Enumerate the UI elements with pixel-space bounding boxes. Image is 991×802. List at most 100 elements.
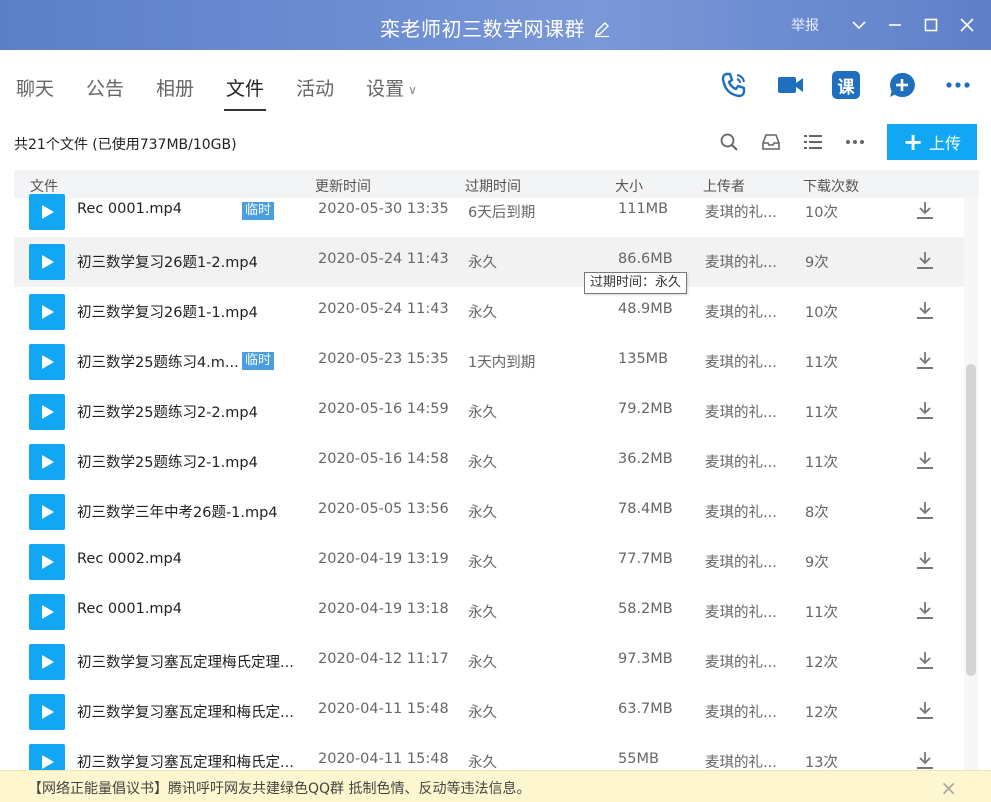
window-title: 栾老师初三数学网课群 <box>380 17 585 41</box>
table-row[interactable]: Rec 0002.mp4 2020-04-19 13:19 永久 77.7MB 麦琪的礼… <box>14 537 964 587</box>
download-icon[interactable] <box>914 549 936 571</box>
download-icon[interactable] <box>914 449 936 471</box>
vertical-scrollbar[interactable] <box>964 198 978 770</box>
download-count: 10次 <box>805 205 838 221</box>
uploader[interactable]: 麦琪的礼... <box>705 451 777 472</box>
close-icon[interactable]: × <box>940 776 957 800</box>
file-size: 36.2MB <box>618 451 673 467</box>
table-row[interactable]: 初三数学复习26题1-2.mp4 2020-05-24 11:43 永久 86.6MB… <box>14 237 964 287</box>
tab-activities[interactable]: 活动 <box>296 74 334 111</box>
uploader[interactable]: 麦琪的礼... <box>705 201 777 222</box>
download-icon[interactable] <box>914 249 936 271</box>
table-row[interactable]: Rec 0001.mp4 2020-04-19 13:18 永久 58.2MB 麦琪的礼… <box>14 587 964 637</box>
uploader[interactable]: 麦琪的礼... <box>705 251 777 272</box>
file-summary: 共21个文件 (已使用737MB/10GB) <box>14 137 237 153</box>
video-file-icon[interactable] <box>29 694 65 730</box>
search-icon[interactable] <box>719 132 739 152</box>
uploader[interactable]: 麦琪的礼... <box>705 501 777 522</box>
tab-settings-label: 设置 <box>366 78 405 100</box>
uploader[interactable]: 麦琪的礼... <box>705 701 777 722</box>
table-row[interactable]: Rec 0001.mp4 临时 2020-05-30 13:35 6天后到期 111MB… <box>14 187 964 237</box>
report-link[interactable]: 举报 <box>791 15 819 35</box>
file-name[interactable]: 初三数学复习塞瓦定理和梅氏定... <box>77 701 294 722</box>
upload-button[interactable]: + 上传 <box>887 124 977 160</box>
video-file-icon[interactable] <box>29 644 65 680</box>
updated-time: 2020-05-24 11:43 <box>318 251 449 267</box>
table-row[interactable]: 初三数学25题练习2-2.mp4 2020-05-16 14:59 永久 79.2MB… <box>14 387 964 437</box>
uploader[interactable]: 麦琪的礼... <box>705 351 777 372</box>
expiry-time: 永久 <box>468 505 497 521</box>
file-name[interactable]: Rec 0002.mp4 <box>77 551 182 567</box>
add-icon[interactable] <box>885 68 919 102</box>
download-count: 12次 <box>805 655 838 671</box>
file-list: Rec 0001.mp4 临时 2020-05-30 13:35 6天后到期 111MB… <box>14 194 964 770</box>
tab-settings[interactable]: 设置 ∨ <box>366 74 417 111</box>
download-icon[interactable] <box>914 699 936 721</box>
list-view-icon[interactable] <box>803 132 823 152</box>
table-row[interactable]: 初三数学25题练习4.m... 临时 2020-05-23 15:35 1天内到期 13… <box>14 337 964 387</box>
more-icon[interactable] <box>941 68 975 102</box>
file-name[interactable]: 初三数学复习26题1-1.mp4 <box>77 301 258 322</box>
file-name[interactable]: 初三数学25题练习4.m... <box>77 351 239 372</box>
uploader[interactable]: 麦琪的礼... <box>705 551 777 572</box>
course-button[interactable]: 课 <box>829 68 863 102</box>
minimize-icon[interactable] <box>877 0 913 50</box>
close-icon[interactable] <box>949 0 985 50</box>
download-icon[interactable] <box>914 349 936 371</box>
scrollbar-thumb[interactable] <box>966 364 976 676</box>
video-file-icon[interactable] <box>29 394 65 430</box>
maximize-icon[interactable] <box>913 0 949 50</box>
edit-icon[interactable] <box>593 19 611 37</box>
video-file-icon[interactable] <box>29 344 65 380</box>
video-file-icon[interactable] <box>29 244 65 280</box>
file-size: 55MB <box>618 751 659 767</box>
video-file-icon[interactable] <box>29 544 65 580</box>
table-row[interactable]: 初三数学复习塞瓦定理和梅氏定... 2020-04-11 15:48 永久 55MB 麦… <box>14 737 964 770</box>
table-row[interactable]: 初三数学复习塞瓦定理梅氏定理... 2020-04-12 11:17 永久 97.3M… <box>14 637 964 687</box>
video-file-icon[interactable] <box>29 494 65 530</box>
download-count: 11次 <box>805 455 838 471</box>
updated-time: 2020-04-11 15:48 <box>318 701 449 717</box>
download-icon[interactable] <box>914 499 936 521</box>
table-row[interactable]: 初三数学复习塞瓦定理和梅氏定... 2020-04-11 15:48 永久 63.7M… <box>14 687 964 737</box>
file-name[interactable]: 初三数学复习塞瓦定理梅氏定理... <box>77 651 294 672</box>
table-row[interactable]: 初三数学三年中考26题-1.mp4 2020-05-05 13:56 永久 78.4M… <box>14 487 964 537</box>
inbox-icon[interactable] <box>761 132 781 152</box>
uploader[interactable]: 麦琪的礼... <box>705 651 777 672</box>
chevron-down-icon[interactable] <box>841 0 877 50</box>
download-icon[interactable] <box>914 599 936 621</box>
table-row[interactable]: 初三数学25题练习2-1.mp4 2020-05-16 14:58 永久 36.2MB… <box>14 437 964 487</box>
download-icon[interactable] <box>914 199 936 221</box>
download-icon[interactable] <box>914 399 936 421</box>
more-icon[interactable] <box>845 132 865 152</box>
tab-album[interactable]: 相册 <box>156 74 194 111</box>
tab-chat[interactable]: 聊天 <box>16 74 54 111</box>
video-file-icon[interactable] <box>29 194 65 230</box>
uploader[interactable]: 麦琪的礼... <box>705 401 777 422</box>
uploader[interactable]: 麦琪的礼... <box>705 751 777 770</box>
download-icon[interactable] <box>914 649 936 671</box>
file-name[interactable]: Rec 0001.mp4 <box>77 601 182 617</box>
table-row[interactable]: 初三数学复习26题1-1.mp4 2020-05-24 11:43 永久 48.9MB… <box>14 287 964 337</box>
video-file-icon[interactable] <box>29 744 65 770</box>
video-file-icon[interactable] <box>29 444 65 480</box>
file-name[interactable]: 初三数学复习26题1-2.mp4 <box>77 251 258 272</box>
uploader[interactable]: 麦琪的礼... <box>705 601 777 622</box>
download-icon[interactable] <box>914 749 936 770</box>
file-name[interactable]: 初三数学25题练习2-1.mp4 <box>77 451 258 472</box>
download-icon[interactable] <box>914 299 936 321</box>
file-name[interactable]: 初三数学三年中考26题-1.mp4 <box>77 501 278 522</box>
uploader[interactable]: 麦琪的礼... <box>705 301 777 322</box>
tab-announcements[interactable]: 公告 <box>86 74 124 111</box>
phone-icon[interactable] <box>717 68 751 102</box>
file-name[interactable]: 初三数学25题练习2-2.mp4 <box>77 401 258 422</box>
file-name[interactable]: 初三数学复习塞瓦定理和梅氏定... <box>77 751 294 770</box>
file-name[interactable]: Rec 0001.mp4 <box>77 201 182 217</box>
video-file-icon[interactable] <box>29 294 65 330</box>
video-file-icon[interactable] <box>29 594 65 630</box>
updated-time: 2020-04-19 13:19 <box>318 551 449 567</box>
download-count: 10次 <box>805 305 838 321</box>
file-size: 135MB <box>618 351 669 367</box>
tab-files[interactable]: 文件 <box>224 74 267 111</box>
video-call-icon[interactable] <box>773 68 807 102</box>
